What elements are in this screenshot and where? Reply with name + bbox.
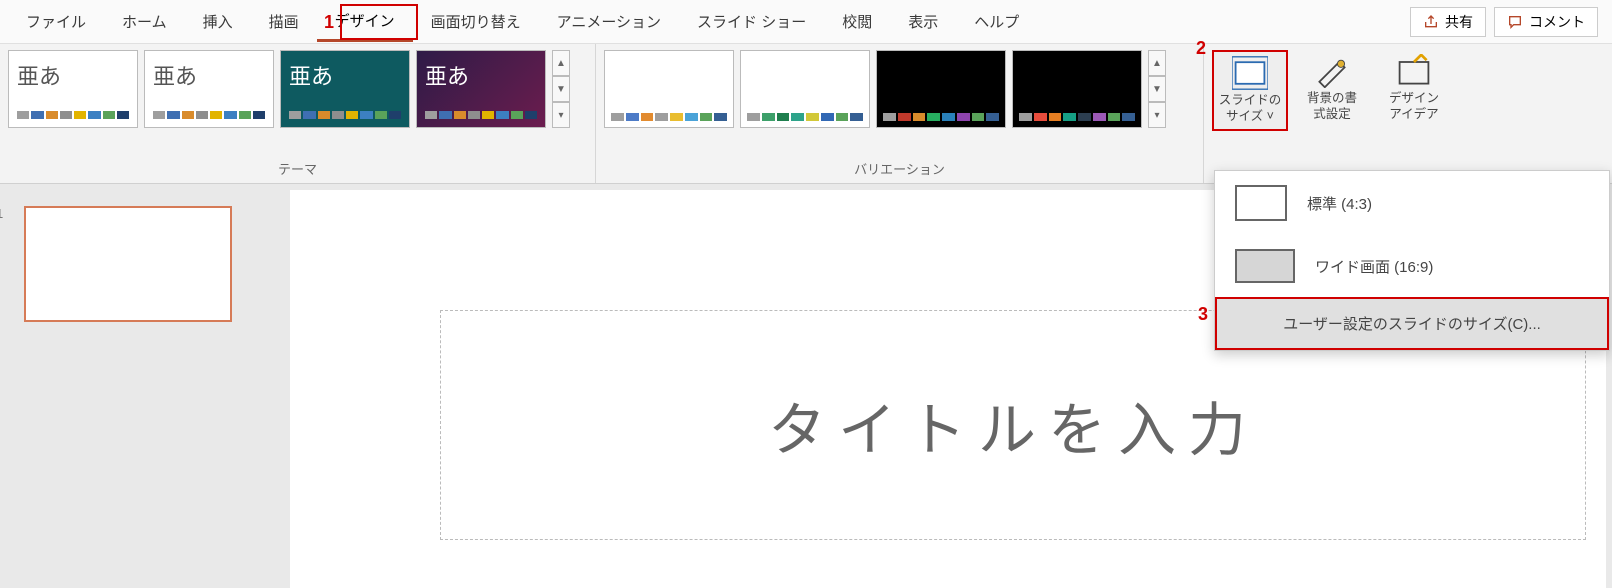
slide-size-l1: スライドの (1219, 92, 1282, 108)
variation-thumb-4[interactable] (1012, 50, 1142, 128)
callout-1: 1 (324, 12, 334, 33)
aspect-16-9-icon (1235, 249, 1295, 283)
variations-expand[interactable]: ▾ (1148, 102, 1166, 128)
slide-thumb-preview (24, 206, 232, 322)
background-format-button[interactable]: 背景の書 式設定 (1294, 50, 1370, 127)
tab-insert[interactable]: 挿入 (185, 3, 251, 40)
slide-size-wide-label: ワイド画面 (16:9) (1315, 256, 1433, 277)
comments-button[interactable]: コメント (1494, 7, 1598, 37)
callout-3: 3 (1198, 304, 1208, 325)
theme-sample-text: 亜あ (153, 59, 265, 91)
swatch-row (17, 111, 129, 119)
group-variations: ▲ ▼ ▾ バリエーション (596, 44, 1204, 183)
tab-help[interactable]: ヘルプ (956, 3, 1037, 40)
theme-sample-text: 亜あ (289, 59, 401, 91)
share-icon (1423, 14, 1439, 30)
swatch-row (289, 111, 401, 119)
slide-size-standard-label: 標準 (4:3) (1307, 193, 1372, 214)
themes-scroll-up[interactable]: ▲ (552, 50, 570, 76)
themes-expand[interactable]: ▾ (552, 102, 570, 128)
slide-size-button[interactable]: スライドの サイズ ˅ (1212, 50, 1288, 131)
tab-home[interactable]: ホーム (104, 3, 185, 40)
design-ideas-l2: アイデア (1389, 106, 1438, 122)
variation-thumb-3[interactable] (876, 50, 1006, 128)
theme-thumb-2[interactable]: 亜あ (144, 50, 274, 128)
slide-size-icon (1232, 56, 1268, 90)
bg-format-l1: 背景の書 (1307, 90, 1357, 106)
theme-sample-text: 亜あ (17, 59, 129, 91)
comment-icon (1507, 14, 1523, 30)
slide-size-standard[interactable]: 標準 (4:3) (1215, 171, 1609, 235)
tab-slideshow[interactable]: スライド ショー (679, 3, 824, 40)
themes-scroll-down[interactable]: ▼ (552, 76, 570, 102)
share-button[interactable]: 共有 (1410, 7, 1486, 37)
slide-size-dropdown: 標準 (4:3) ワイド画面 (16:9) ユーザー設定のスライドのサイズ(C)… (1214, 170, 1610, 351)
tab-draw[interactable]: 描画 (251, 3, 317, 40)
group-themes: 亜あ 亜あ 亜あ 亜あ ▲ ▼ ▾ テーマ (0, 44, 596, 183)
ribbon: 亜あ 亜あ 亜あ 亜あ ▲ ▼ ▾ テーマ (0, 44, 1612, 184)
tab-review[interactable]: 校閲 (824, 3, 890, 40)
design-ideas-button[interactable]: デザイン アイデア (1376, 50, 1452, 127)
slide-thumbnail-1[interactable]: 1 (14, 206, 270, 322)
variations-scroll-down[interactable]: ▼ (1148, 76, 1166, 102)
variations-group-label: バリエーション (604, 156, 1195, 181)
slide-thumbnails-pane: 1 (0, 184, 284, 588)
variations-scroll: ▲ ▼ ▾ (1148, 50, 1166, 128)
callout-2: 2 (1196, 38, 1206, 59)
swatch-row (153, 111, 265, 119)
group-customize: スライドの サイズ ˅ 背景の書 式設定 デザイン アイデア (1204, 44, 1612, 183)
tab-transitions[interactable]: 画面切り替え (413, 3, 539, 40)
tab-animations[interactable]: アニメーション (539, 3, 679, 40)
aspect-4-3-icon (1235, 185, 1287, 221)
design-ideas-l1: デザイン (1389, 90, 1439, 106)
themes-scroll: ▲ ▼ ▾ (552, 50, 570, 128)
swatch-row (425, 111, 537, 119)
slide-size-custom-label: ユーザー設定のスライドのサイズ(C)... (1283, 313, 1541, 334)
slide-number: 1 (0, 206, 3, 221)
comments-label: コメント (1529, 12, 1585, 32)
tab-view[interactable]: 表示 (890, 3, 956, 40)
ribbon-tabs: ファイル ホーム 挿入 描画 デザイン 画面切り替え アニメーション スライド … (0, 0, 1612, 44)
theme-sample-text: 亜あ (425, 59, 537, 91)
theme-thumb-4[interactable]: 亜あ (416, 50, 546, 128)
slide-size-custom[interactable]: ユーザー設定のスライドのサイズ(C)... (1215, 297, 1609, 350)
variation-thumb-1[interactable] (604, 50, 734, 128)
background-format-icon (1314, 54, 1350, 88)
themes-group-label: テーマ (8, 156, 587, 181)
theme-thumb-1[interactable]: 亜あ (8, 50, 138, 128)
slide-size-l2: サイズ ˅ (1226, 108, 1274, 124)
bg-format-l2: 式設定 (1313, 106, 1351, 122)
tab-file[interactable]: ファイル (8, 3, 104, 40)
slide-size-wide[interactable]: ワイド画面 (16:9) (1215, 235, 1609, 297)
design-ideas-icon (1396, 54, 1432, 88)
title-placeholder-text: タイトルを入力 (768, 383, 1258, 467)
variations-scroll-up[interactable]: ▲ (1148, 50, 1166, 76)
share-label: 共有 (1445, 12, 1473, 32)
theme-thumb-3[interactable]: 亜あ (280, 50, 410, 128)
variation-thumb-2[interactable] (740, 50, 870, 128)
